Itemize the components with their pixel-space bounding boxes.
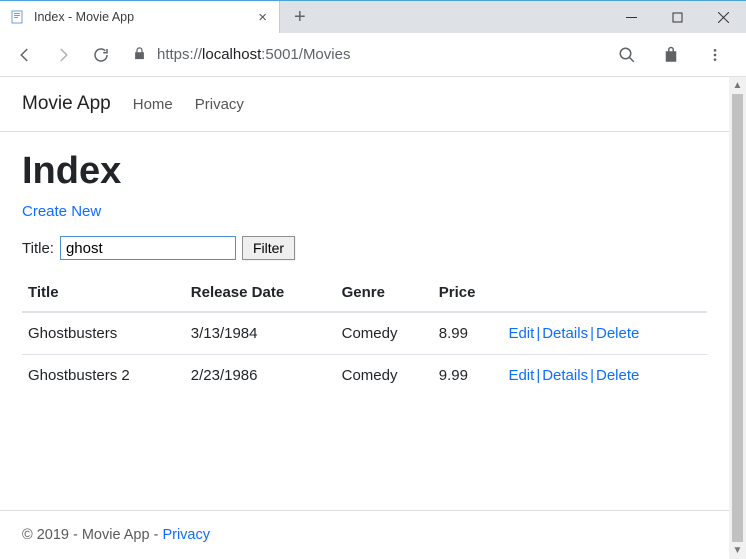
cell-price: 9.99 [433, 355, 503, 397]
new-tab-button[interactable]: + [288, 6, 312, 29]
col-title: Title [22, 274, 185, 312]
cell-release-date: 2/23/1986 [185, 355, 336, 397]
cell-release-date: 3/13/1984 [185, 312, 336, 355]
title-label: Title: [22, 240, 54, 257]
forward-button[interactable] [46, 38, 80, 72]
filter-button[interactable]: Filter [242, 236, 295, 260]
delete-link[interactable]: Delete [596, 325, 639, 342]
window-minimize-button[interactable] [608, 1, 654, 33]
scroll-down-icon[interactable]: ▼ [729, 542, 746, 559]
window-controls [608, 1, 746, 33]
table-row: Ghostbusters 2 2/23/1986 Comedy 9.99 Edi… [22, 355, 707, 397]
back-button[interactable] [8, 38, 42, 72]
address-bar[interactable]: https://localhost:5001/Movies [122, 46, 606, 64]
footer: © 2019 - Movie App - Privacy [0, 510, 729, 559]
page-heading: Index [22, 150, 707, 193]
title-search-input[interactable] [60, 236, 236, 260]
scroll-up-icon[interactable]: ▲ [729, 77, 746, 94]
delete-link[interactable]: Delete [596, 367, 639, 384]
page-favicon-icon [10, 9, 26, 25]
footer-privacy-link[interactable]: Privacy [162, 527, 210, 543]
browser-toolbar: https://localhost:5001/Movies [0, 33, 746, 77]
window-maximize-button[interactable] [654, 1, 700, 33]
create-new-link[interactable]: Create New [22, 203, 101, 220]
url-text: https://localhost:5001/Movies [157, 46, 350, 63]
cell-actions: Edit|Details|Delete [502, 312, 707, 355]
col-price: Price [433, 274, 503, 312]
tab-strip: + [280, 1, 608, 33]
nav-home-link[interactable]: Home [133, 96, 173, 113]
cell-title: Ghostbusters 2 [22, 355, 185, 397]
lock-icon [132, 46, 147, 64]
search-form: Title: Filter [22, 236, 707, 260]
reload-button[interactable] [84, 38, 118, 72]
col-actions [502, 274, 707, 312]
app-navbar: Movie App Home Privacy [0, 77, 729, 132]
cell-price: 8.99 [433, 312, 503, 355]
movies-table: Title Release Date Genre Price Ghostbust… [22, 274, 707, 396]
details-link[interactable]: Details [542, 367, 588, 384]
zoom-icon[interactable] [610, 38, 644, 72]
window-close-button[interactable] [700, 1, 746, 33]
browser-tab[interactable]: Index - Movie App × [0, 1, 280, 33]
vertical-scrollbar[interactable]: ▲ ▼ [729, 77, 746, 559]
account-icon[interactable] [654, 38, 688, 72]
tab-close-button[interactable]: × [258, 9, 267, 26]
cell-genre: Comedy [336, 355, 433, 397]
cell-title: Ghostbusters [22, 312, 185, 355]
details-link[interactable]: Details [542, 325, 588, 342]
cell-genre: Comedy [336, 312, 433, 355]
footer-copyright: © 2019 - Movie App - [22, 527, 162, 543]
edit-link[interactable]: Edit [508, 367, 534, 384]
menu-icon[interactable] [698, 38, 732, 72]
page-content: Movie App Home Privacy Index Create New … [0, 77, 729, 559]
browser-titlebar: Index - Movie App × + [0, 1, 746, 33]
nav-privacy-link[interactable]: Privacy [195, 96, 244, 113]
cell-actions: Edit|Details|Delete [502, 355, 707, 397]
edit-link[interactable]: Edit [508, 325, 534, 342]
scroll-thumb[interactable] [732, 94, 743, 542]
col-genre: Genre [336, 274, 433, 312]
col-release-date: Release Date [185, 274, 336, 312]
brand-link[interactable]: Movie App [22, 93, 111, 115]
table-row: Ghostbusters 3/13/1984 Comedy 8.99 Edit|… [22, 312, 707, 355]
tab-title: Index - Movie App [34, 10, 250, 24]
